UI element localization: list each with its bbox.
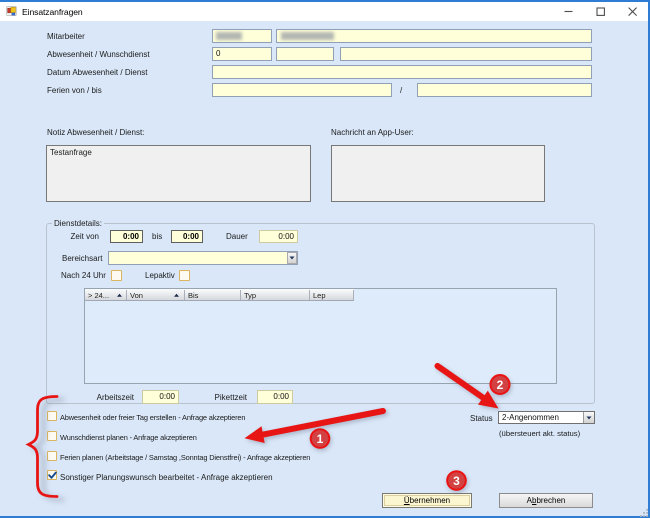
svg-text:3: 3 xyxy=(453,474,460,488)
svg-text:1: 1 xyxy=(317,432,324,446)
